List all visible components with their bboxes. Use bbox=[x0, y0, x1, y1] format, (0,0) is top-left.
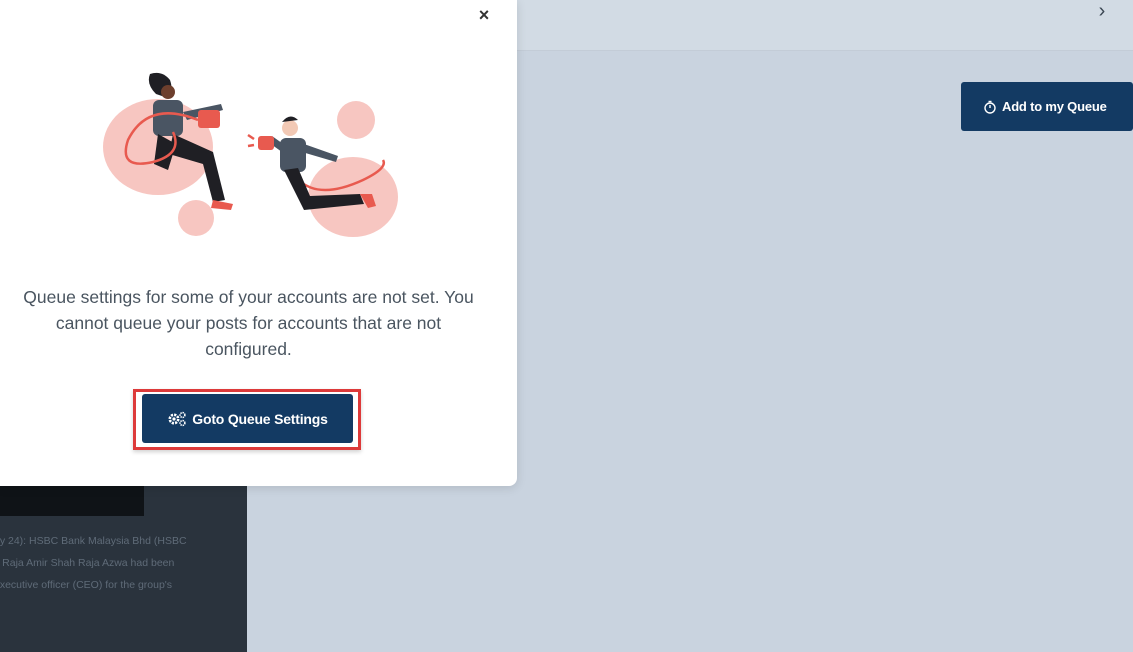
close-icon[interactable]: × bbox=[474, 4, 494, 26]
article-excerpt: ay 24): HSBC Bank Malaysia Bhd (HSBC y R… bbox=[0, 530, 244, 596]
goto-queue-settings-button[interactable]: Goto Queue Settings bbox=[142, 394, 353, 443]
add-to-queue-label: Add to my Queue bbox=[1002, 99, 1107, 114]
disconnected-plug-illustration bbox=[103, 72, 398, 237]
article-line: ay 24): HSBC Bank Malaysia Bhd (HSBC bbox=[0, 535, 187, 547]
message-line: Queue settings for some of your accounts… bbox=[23, 287, 474, 307]
queue-warning-message: Queue settings for some of your accounts… bbox=[0, 284, 497, 362]
message-line: cannot queue your posts for accounts tha… bbox=[55, 313, 442, 333]
stopwatch-icon bbox=[984, 100, 996, 114]
message-line: configured. bbox=[205, 339, 292, 359]
goto-queue-settings-label: Goto Queue Settings bbox=[192, 410, 328, 427]
add-to-queue-button[interactable]: Add to my Queue bbox=[961, 82, 1133, 131]
article-line: y Raja Amir Shah Raja Azwa had been bbox=[0, 557, 175, 569]
gears-icon bbox=[168, 411, 186, 426]
article-thumbnail bbox=[0, 486, 144, 516]
app-screen: › Add to my Queue ay 24): HSBC Bank Mala… bbox=[0, 0, 1133, 652]
article-card[interactable]: ay 24): HSBC Bank Malaysia Bhd (HSBC y R… bbox=[0, 486, 247, 652]
article-line: executive officer (CEO) for the group's bbox=[0, 579, 173, 591]
chevron-right-icon[interactable]: › bbox=[1090, 0, 1114, 24]
queue-settings-modal: × Queue settings for some of your accoun… bbox=[0, 0, 517, 486]
